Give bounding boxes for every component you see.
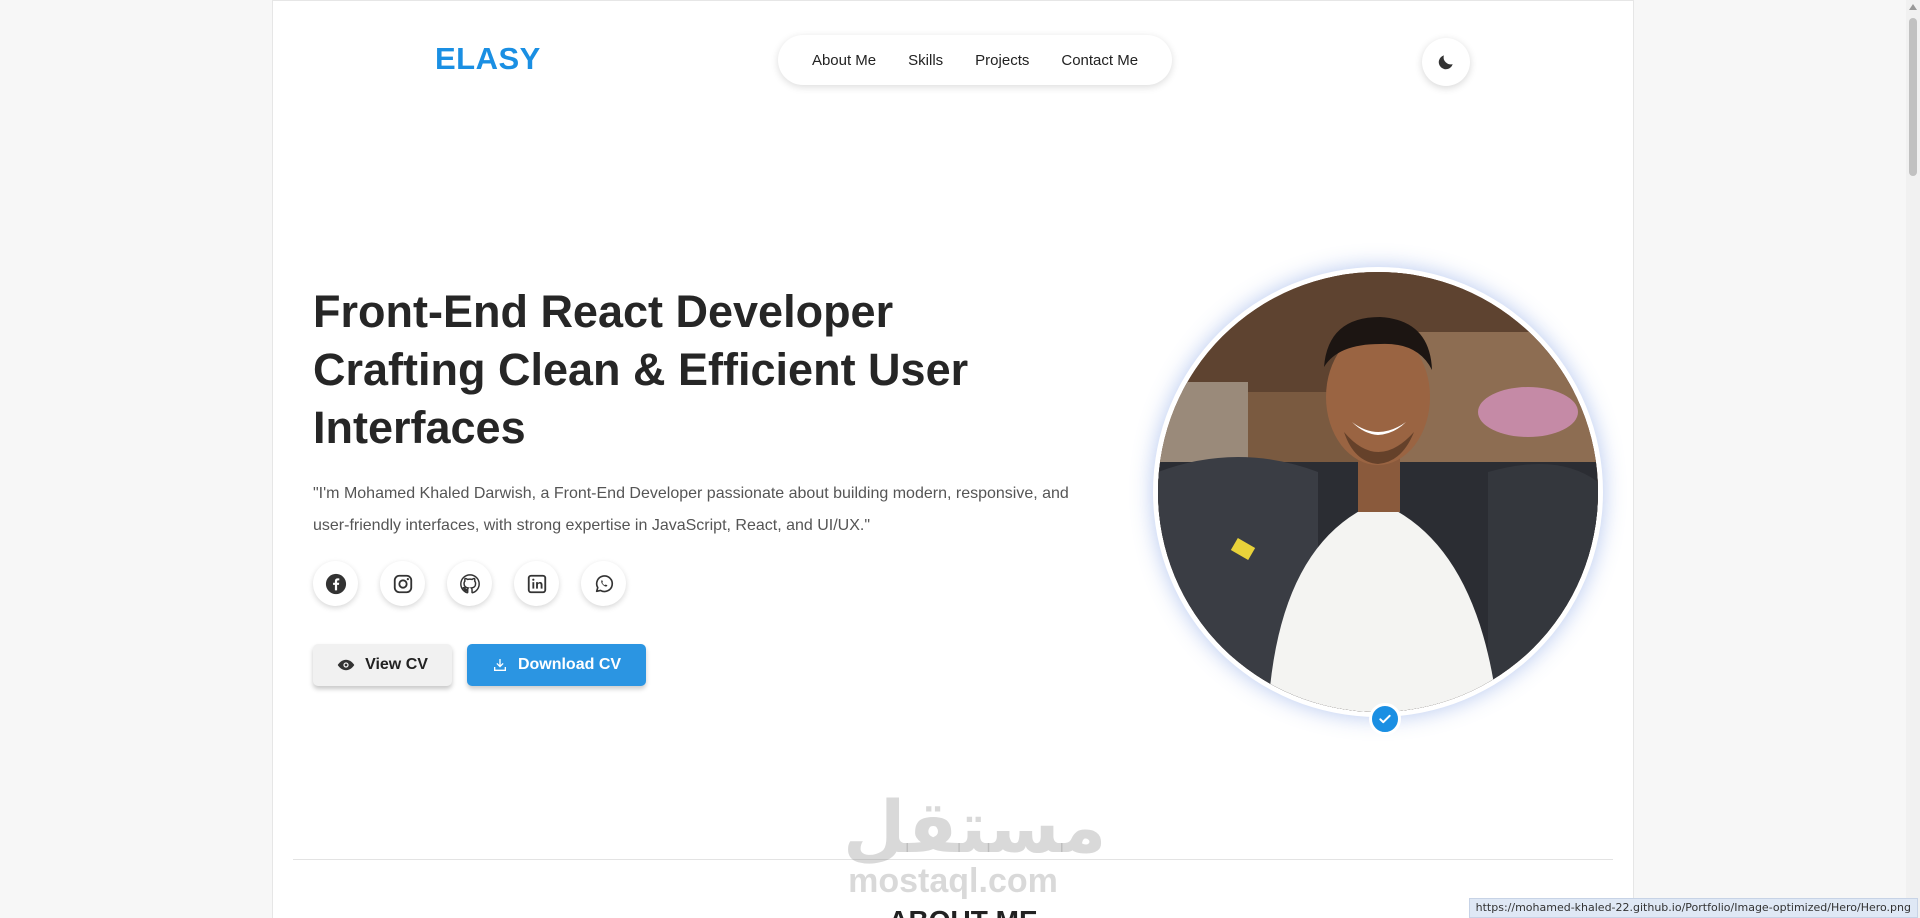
download-icon: [493, 659, 506, 671]
profile-photo: [1158, 272, 1598, 712]
profile-photo-illustration: [1158, 272, 1598, 712]
social-links: [313, 561, 626, 606]
view-cv-button[interactable]: View CV: [313, 644, 452, 686]
moon-icon: [1438, 55, 1453, 70]
watermark-arabic: مستقل: [843, 785, 1107, 869]
nav-skills[interactable]: Skills: [908, 52, 943, 69]
main-nav: About Me Skills Projects Contact Me: [778, 35, 1172, 85]
facebook-icon: [325, 573, 346, 594]
verified-badge: [1369, 703, 1401, 735]
scroll-thumb[interactable]: [1909, 18, 1917, 176]
portfolio-page: ELASY About Me Skills Projects Contact M…: [272, 0, 1634, 918]
hero-description: "I'm Mohamed Khaled Darwish, a Front-End…: [313, 485, 1069, 534]
watermark: مستقل mostaql.com: [843, 785, 1107, 900]
whatsapp-icon: [595, 574, 613, 592]
whatsapp-link[interactable]: [581, 561, 626, 606]
github-icon: [459, 573, 480, 593]
profile-photo-frame: [1153, 267, 1603, 717]
github-link[interactable]: [447, 561, 492, 606]
check-icon: [1379, 714, 1391, 724]
facebook-link[interactable]: [313, 561, 358, 606]
status-bar-url: https://mohamed-khaled-22.github.io/Port…: [1468, 898, 1918, 918]
scroll-up-arrow-icon[interactable]: [1909, 4, 1917, 10]
nav-about-me[interactable]: About Me: [812, 52, 876, 69]
instagram-link[interactable]: [380, 561, 425, 606]
vertical-scrollbar[interactable]: [1906, 0, 1920, 918]
eye-icon: [337, 659, 355, 671]
hero-title-line: Interfaces: [313, 402, 526, 453]
download-cv-label: Download CV: [517, 656, 622, 673]
instagram-icon: [393, 574, 412, 593]
hero-title: Front-End React Developer Crafting Clean…: [313, 283, 1053, 457]
site-logo[interactable]: ELASY: [435, 41, 541, 77]
linkedin-link[interactable]: [514, 561, 559, 606]
watermark-latin: mostaql.com: [848, 862, 1058, 900]
nav-projects[interactable]: Projects: [975, 52, 1029, 69]
nav-contact-me[interactable]: Contact Me: [1061, 52, 1138, 69]
view-cv-label: View CV: [365, 656, 428, 673]
hero-title-line: Crafting Clean & Efficient User: [313, 344, 969, 395]
hero-title-line: Front-End React Developer: [313, 286, 894, 337]
theme-toggle-button[interactable]: [1422, 38, 1470, 86]
linkedin-icon: [527, 574, 546, 593]
about-section-title: ABOUT ME: [873, 905, 1053, 918]
download-cv-button[interactable]: Download CV: [467, 644, 646, 686]
